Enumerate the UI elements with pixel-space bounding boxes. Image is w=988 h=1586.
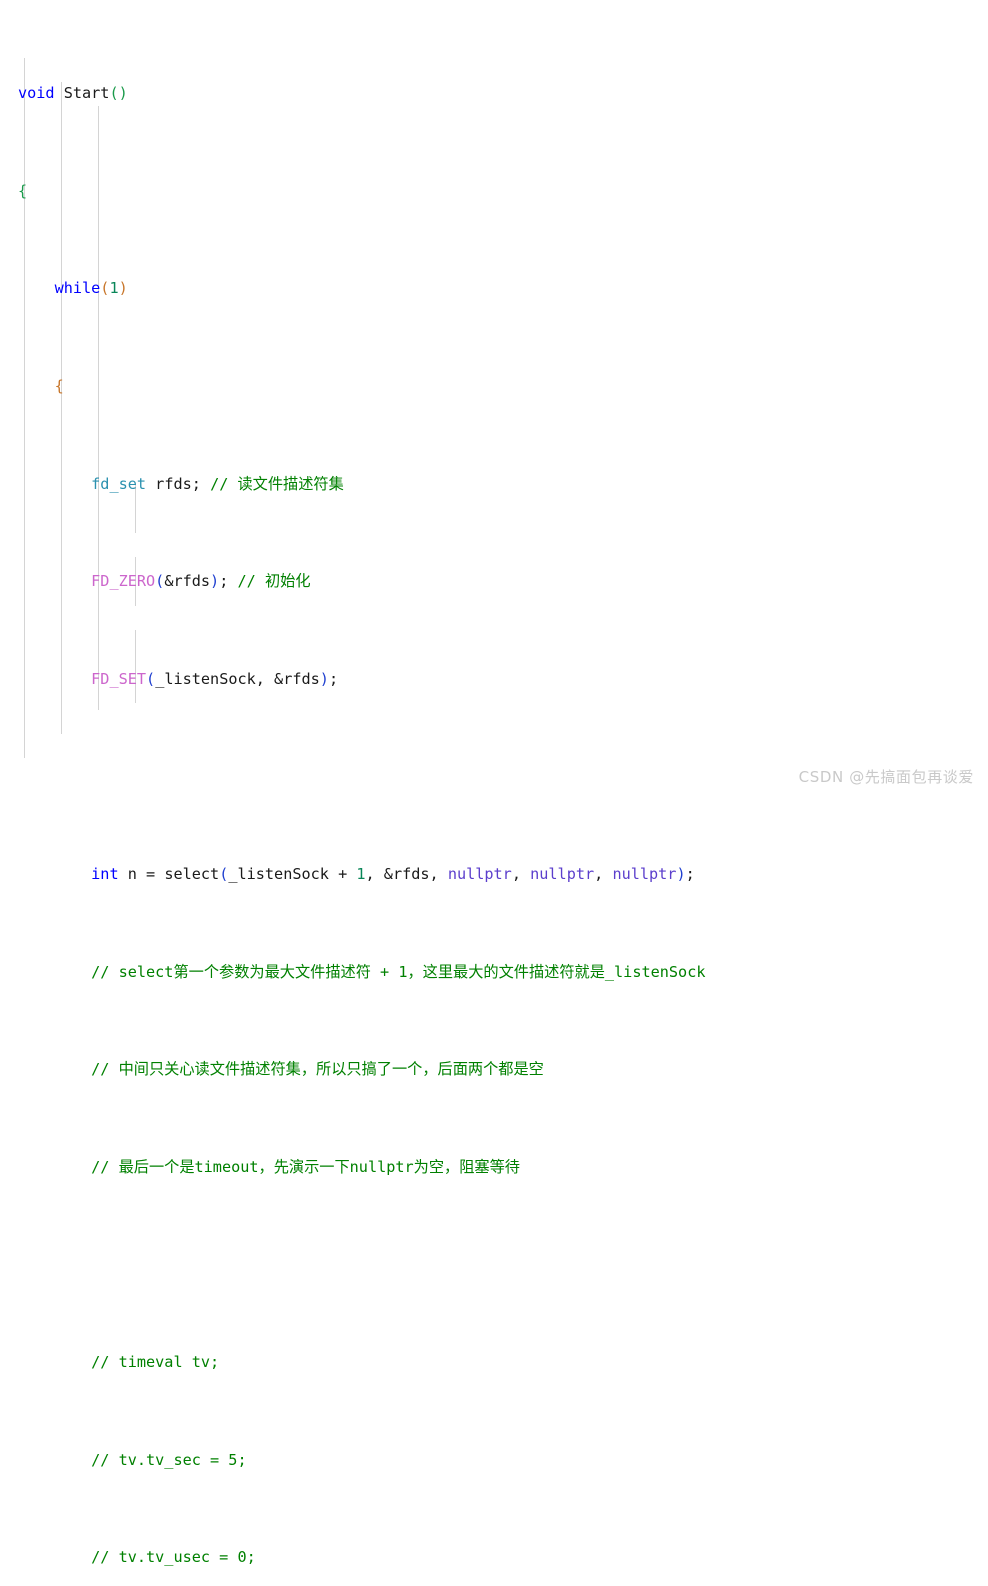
code-line-5: fd_set rfds; // 读文件描述符集: [18, 472, 923, 496]
paren-close: ): [676, 865, 686, 884]
macro-fd-set: FD_SET: [91, 669, 147, 688]
semicolon: ;: [191, 474, 201, 493]
code-line-6: FD_ZERO(&rfds); // 初始化: [18, 569, 923, 593]
code-line-14: // timeval tv;: [18, 1350, 923, 1374]
semicolon: ;: [219, 572, 229, 591]
argument: &rfds: [164, 572, 211, 591]
code-line-9: int n = select(_listenSock + 1, &rfds, n…: [18, 862, 923, 886]
number-literal: 1: [109, 279, 119, 298]
comment: // 最后一个是timeout，先演示一下nullptr为空，阻塞等待: [91, 1157, 520, 1176]
paren-close: ): [118, 279, 128, 298]
code-line-1: void Start(): [18, 81, 923, 105]
comment: // timeval tv;: [91, 1353, 220, 1372]
csdn-watermark: CSDN @先搞面包再谈爱: [798, 768, 974, 786]
function-select: select: [164, 865, 220, 884]
brace-open-function: {: [18, 181, 28, 200]
code-line-8-blank: [18, 764, 923, 788]
code-line-10: // select第一个参数为最大文件描述符 + 1，这里最大的文件描述符就是_…: [18, 960, 923, 984]
code-listing: void Start() { while(1) { fd_set rfds; /…: [18, 8, 923, 1586]
comment: // tv.tv_usec = 0;: [91, 1548, 256, 1567]
paren-open: (: [219, 865, 229, 884]
code-line-4: {: [18, 374, 923, 398]
argument-1: _listenSock +: [228, 865, 357, 884]
paren-open: (: [155, 572, 165, 591]
code-line-7: FD_SET(_listenSock, &rfds);: [18, 667, 923, 691]
keyword-int: int: [91, 865, 119, 884]
code-line-11: // 中间只关心读文件描述符集，所以只搞了一个，后面两个都是空: [18, 1057, 923, 1081]
keyword-nullptr-3: nullptr: [612, 865, 677, 884]
type-fd-set: fd_set: [91, 474, 147, 493]
code-line-13-blank: [18, 1253, 923, 1277]
number-literal: 1: [356, 865, 366, 884]
paren-close: ): [210, 572, 220, 591]
paren-close: ): [118, 84, 128, 103]
comment: // tv.tv_sec = 5;: [91, 1450, 247, 1469]
code-line-16: // tv.tv_usec = 0;: [18, 1545, 923, 1569]
code-line-15: // tv.tv_sec = 5;: [18, 1448, 923, 1472]
separator: ,: [511, 865, 531, 884]
semicolon: ;: [328, 669, 339, 688]
code-editor-canvas[interactable]: void Start() { while(1) { fd_set rfds; /…: [0, 0, 988, 1566]
variable-n: n =: [118, 865, 165, 884]
brace-open-while: {: [54, 377, 64, 396]
separator: ,: [594, 865, 613, 884]
comment: // select第一个参数为最大文件描述符 + 1，这里最大的文件描述符就是_…: [91, 962, 706, 981]
keyword-while: while: [54, 279, 101, 298]
keyword-void: void: [18, 84, 55, 103]
code-line-3: while(1): [18, 276, 923, 300]
semicolon: ;: [685, 865, 695, 884]
keyword-nullptr-2: nullptr: [530, 865, 595, 884]
paren-open: (: [109, 84, 119, 103]
function-name-start: Start: [54, 84, 110, 103]
argument: _listenSock, &rfds: [155, 669, 320, 688]
paren-close: ): [319, 669, 329, 688]
variable-rfds: rfds: [146, 474, 192, 493]
paren-open: (: [146, 669, 156, 688]
keyword-nullptr-1: nullptr: [447, 865, 512, 884]
argument-2: , &rfds,: [365, 865, 448, 884]
code-line-2: {: [18, 179, 923, 203]
macro-fd-zero: FD_ZERO: [91, 572, 156, 591]
comment: // 读文件描述符集: [210, 474, 344, 493]
comment: // 初始化: [237, 572, 311, 591]
code-line-12: // 最后一个是timeout，先演示一下nullptr为空，阻塞等待: [18, 1155, 923, 1179]
comment: // 中间只关心读文件描述符集，所以只搞了一个，后面两个都是空: [91, 1060, 544, 1079]
